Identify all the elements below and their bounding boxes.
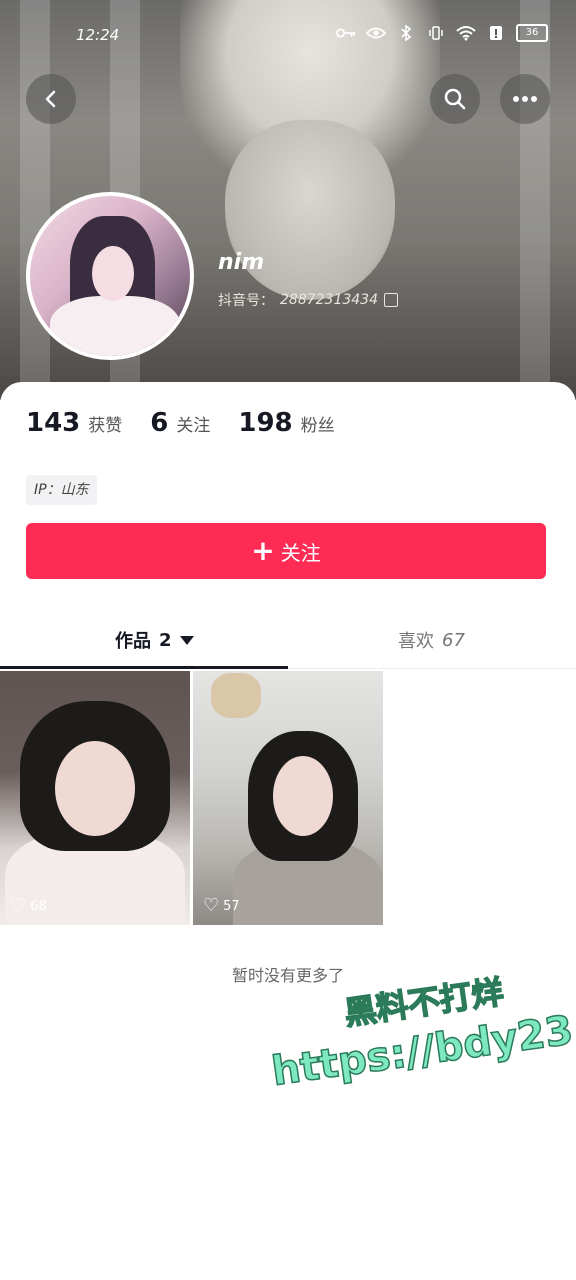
heart-icon: ♡ bbox=[10, 895, 27, 916]
video-likes-count: 68 bbox=[30, 898, 47, 914]
video-likes: ♡ 57 bbox=[203, 897, 240, 915]
tab-likes-count: 67 bbox=[442, 629, 465, 651]
video-likes: ♡ 68 bbox=[10, 897, 47, 915]
status-time: 12:24 bbox=[76, 26, 120, 44]
follow-button[interactable]: + 关注 bbox=[26, 523, 546, 579]
vibrate-icon bbox=[426, 25, 446, 41]
content-tabs: 作品 2 喜欢 67 bbox=[0, 612, 576, 668]
status-bar: 12:24 36 bbox=[0, 24, 576, 48]
stat-following-value: 6 bbox=[150, 408, 169, 438]
video-likes-count: 57 bbox=[223, 898, 240, 914]
follow-button-label: 关注 bbox=[280, 540, 321, 565]
douyin-id-value: 28872313434 bbox=[280, 292, 378, 308]
battery-icon: 36 bbox=[516, 24, 548, 42]
stat-following-label: 关注 bbox=[176, 416, 211, 436]
tab-active-indicator bbox=[0, 666, 288, 669]
heart-icon: ♡ bbox=[203, 895, 220, 916]
chevron-left-icon bbox=[45, 90, 56, 108]
stat-following[interactable]: 6 关注 bbox=[150, 408, 210, 438]
avatar[interactable] bbox=[26, 192, 194, 360]
wifi-icon bbox=[456, 25, 476, 41]
ip-location-badge: IP：山东 bbox=[26, 475, 97, 505]
stat-followers-value: 198 bbox=[238, 408, 293, 438]
douyin-id-label: 抖音号： bbox=[218, 293, 274, 309]
profile-nickname: nim bbox=[218, 250, 265, 275]
search-button[interactable] bbox=[430, 74, 480, 124]
stat-likes-label: 获赞 bbox=[88, 416, 123, 436]
tab-likes[interactable]: 喜欢 67 bbox=[398, 612, 465, 668]
video-thumbnail[interactable]: ♡ 68 bbox=[0, 671, 190, 925]
caret-down-icon[interactable] bbox=[179, 635, 194, 645]
tab-works-label: 作品 bbox=[115, 631, 151, 652]
plus-icon: + bbox=[251, 534, 275, 567]
notification-icon bbox=[486, 25, 506, 41]
back-button[interactable] bbox=[26, 74, 76, 124]
stat-followers[interactable]: 198 粉丝 bbox=[238, 408, 334, 438]
bluetooth-icon bbox=[396, 25, 416, 41]
stat-likes[interactable]: 143 获赞 bbox=[26, 408, 122, 438]
search-icon bbox=[444, 88, 466, 110]
video-thumbnail[interactable]: ♡ 57 bbox=[193, 671, 383, 925]
stats-row: 143 获赞 6 关注 198 粉丝 bbox=[26, 408, 335, 438]
more-button[interactable] bbox=[500, 74, 550, 124]
stat-likes-value: 143 bbox=[26, 408, 81, 438]
more-dots-icon bbox=[513, 96, 537, 102]
eye-icon bbox=[366, 25, 386, 41]
copy-icon[interactable] bbox=[383, 293, 398, 307]
tab-works-count: 2 bbox=[159, 629, 172, 651]
tab-likes-label: 喜欢 bbox=[398, 631, 434, 652]
key-icon bbox=[336, 25, 356, 41]
tab-works[interactable]: 作品 2 bbox=[115, 612, 194, 668]
douyin-id-row[interactable]: 抖音号： 28872313434 bbox=[218, 290, 398, 310]
stat-followers-label: 粉丝 bbox=[300, 416, 335, 436]
